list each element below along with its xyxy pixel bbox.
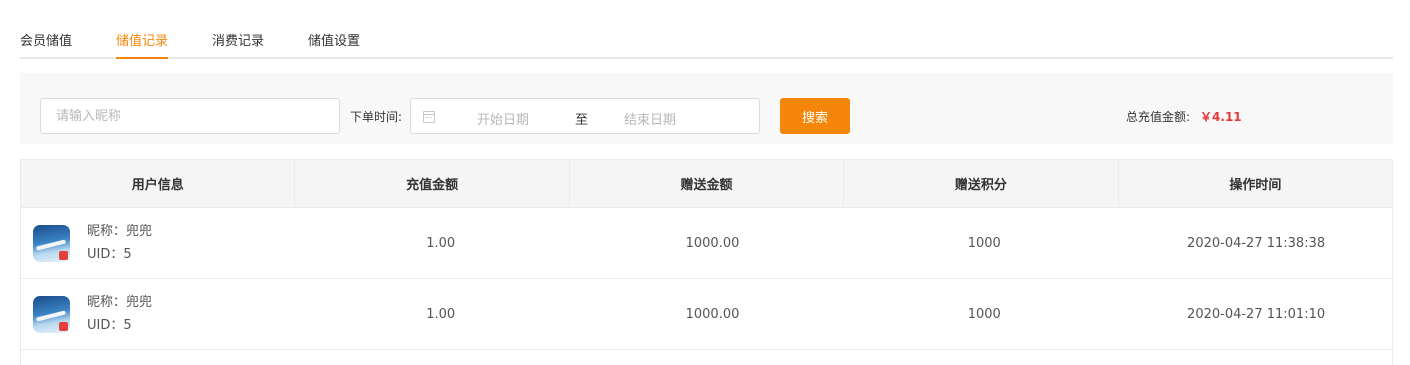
avatar	[33, 224, 70, 262]
date-range-picker[interactable]: 开始日期 至 结束日期	[410, 98, 760, 134]
column-header-gift-points: 赠送积分	[844, 160, 1119, 207]
gift-amount-cell: 1000.00	[685, 306, 740, 322]
table-header: 用户信息 充值金额 赠送金额 赠送积分 操作时间	[21, 160, 1392, 208]
calendar-icon	[423, 111, 435, 123]
gift-points-cell: 1000	[967, 235, 1001, 251]
record-tabs: 会员储值 储值记录 消费记录 储值设置	[20, 0, 1393, 59]
table-row-partial	[21, 350, 1392, 365]
tab-recharge-records[interactable]: 储值记录	[116, 30, 169, 59]
total-recharge-label: 总充值金额:	[1126, 110, 1191, 124]
total-recharge: 总充值金额: ￥4.11	[1126, 108, 1242, 125]
filter-bar: 下单时间: 开始日期 至 结束日期 搜索 总充值金额: ￥4.11	[20, 73, 1393, 144]
order-time-label: 下单时间:	[350, 110, 403, 124]
recharge-records-table: 用户信息 充值金额 赠送金额 赠送积分 操作时间 昵称：兜兜 UID：5 1.0…	[20, 159, 1393, 365]
column-header-recharge-amount: 充值金额	[295, 160, 570, 207]
user-nickname: 昵称：兜兜	[87, 295, 153, 310]
table-row: 昵称：兜兜 UID：5 1.00 1000.00 1000 2020-04-27…	[21, 208, 1392, 279]
tab-recharge-settings[interactable]: 储值设置	[308, 30, 360, 49]
column-header-user-info: 用户信息	[21, 160, 296, 207]
tab-consumption-records[interactable]: 消费记录	[212, 30, 264, 49]
user-uid: UID：5	[87, 318, 132, 333]
recharge-amount-cell: 1.00	[426, 306, 456, 322]
column-header-operation-time: 操作时间	[1229, 178, 1282, 193]
gift-amount-cell: 1000.00	[685, 235, 740, 251]
user-uid: UID：5	[87, 247, 132, 262]
operation-time-cell: 2020-04-27 11:38:38	[1187, 235, 1326, 251]
avatar-badge-icon	[59, 250, 68, 260]
total-recharge-value: ￥4.11	[1200, 110, 1242, 124]
user-info-cell: 昵称：兜兜 UID：5	[21, 208, 305, 278]
date-range-separator: 至	[575, 113, 589, 128]
nickname-input[interactable]	[40, 98, 340, 134]
end-date-field[interactable]: 结束日期	[624, 109, 676, 128]
operation-time-cell: 2020-04-27 11:01:10	[1187, 306, 1326, 322]
column-header-gift-amount: 赠送金额	[570, 160, 845, 207]
avatar-badge-icon	[59, 321, 68, 331]
search-button[interactable]: 搜索	[780, 98, 850, 134]
user-info-cell: 昵称：兜兜 UID：5	[21, 279, 305, 349]
tab-member-recharge[interactable]: 会员储值	[20, 30, 72, 49]
start-date-field[interactable]: 开始日期	[477, 109, 529, 128]
gift-points-cell: 1000	[967, 306, 1001, 322]
recharge-amount-cell: 1.00	[426, 235, 456, 251]
table-row: 昵称：兜兜 UID：5 1.00 1000.00 1000 2020-04-27…	[21, 279, 1392, 350]
user-nickname: 昵称：兜兜	[87, 224, 153, 239]
avatar	[33, 295, 70, 333]
